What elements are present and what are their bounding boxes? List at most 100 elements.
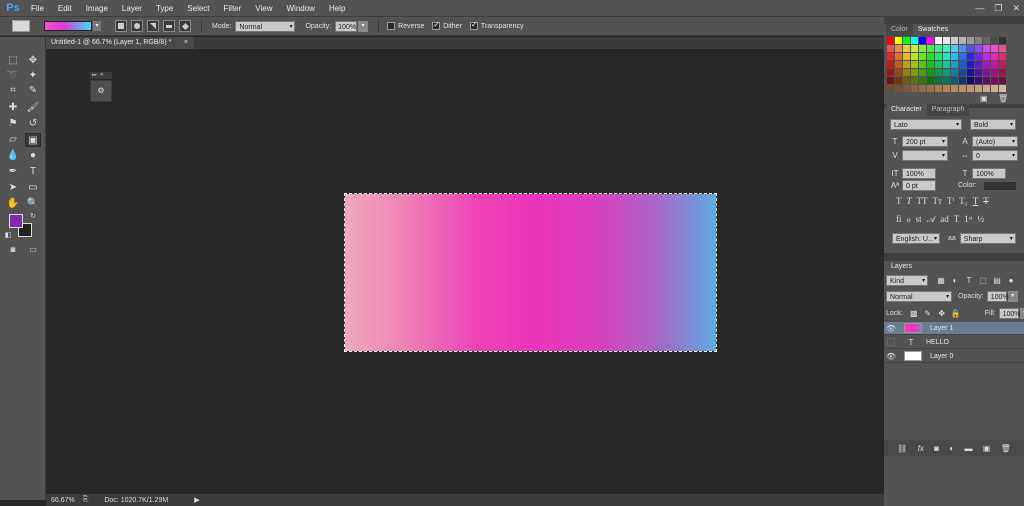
subscript-button[interactable]: T₁	[959, 196, 968, 207]
color-swatch[interactable]	[911, 53, 918, 60]
status-menu-arrow-icon[interactable]: ▶	[194, 496, 199, 504]
text-color-swatch[interactable]	[982, 180, 1017, 191]
shape-filter-icon[interactable]: ⬚	[976, 276, 990, 285]
reflected-gradient-button[interactable]	[163, 20, 175, 32]
foreground-color-swatch[interactable]	[9, 214, 23, 228]
color-swatch[interactable]	[903, 45, 910, 52]
color-swatch[interactable]	[999, 85, 1006, 92]
color-swatch[interactable]	[919, 77, 926, 84]
angle-gradient-button[interactable]	[147, 20, 159, 32]
eraser-tool-icon[interactable]: ▱	[5, 133, 21, 147]
color-swatch[interactable]	[903, 69, 910, 76]
color-swatch[interactable]	[887, 77, 894, 84]
menu-filter[interactable]: Filter	[217, 4, 249, 13]
font-family-select[interactable]: Lato ▾	[890, 119, 962, 130]
tool-preset-picker[interactable]	[12, 20, 30, 32]
ordinals-button[interactable]: 1ˢᵗ	[964, 214, 972, 225]
color-swatch[interactable]	[975, 69, 982, 76]
color-swatch[interactable]	[959, 77, 966, 84]
diamond-gradient-button[interactable]	[179, 20, 191, 32]
fx-icon[interactable]: fx	[918, 444, 924, 453]
blur-tool-icon[interactable]: 💧	[5, 149, 21, 163]
color-swatch[interactable]	[895, 53, 902, 60]
tab-character[interactable]: Character	[886, 104, 927, 116]
history-brush-icon[interactable]: ↺	[25, 117, 41, 131]
color-swatch[interactable]	[887, 61, 894, 68]
color-swatch[interactable]	[935, 85, 942, 92]
quick-mask-icon[interactable]: ◙	[5, 243, 21, 257]
color-swatch[interactable]	[943, 45, 950, 52]
color-swatch[interactable]	[991, 61, 998, 68]
gradient-picker-dropdown[interactable]: ▾	[93, 21, 101, 31]
color-swatch[interactable]	[983, 85, 990, 92]
color-swatch[interactable]	[927, 69, 934, 76]
color-swatch[interactable]	[887, 85, 894, 92]
new-swatch-icon[interactable]: ▣	[980, 94, 988, 103]
color-swatch[interactable]	[959, 53, 966, 60]
adjustment-icon[interactable]: ◐	[949, 444, 954, 453]
color-swatch[interactable]	[935, 61, 942, 68]
font-size-field[interactable]: 200 pt ▾	[902, 136, 948, 147]
leading-field[interactable]: (Auto) ▾	[972, 136, 1018, 147]
color-swatch[interactable]	[895, 61, 902, 68]
layer-filter-select[interactable]: Kind ▾	[886, 275, 928, 286]
color-swatch[interactable]	[927, 37, 934, 44]
menu-type[interactable]: Type	[149, 4, 180, 13]
color-swatch[interactable]	[991, 69, 998, 76]
menu-file[interactable]: File	[24, 4, 51, 13]
eyedropper-tool-icon[interactable]: ✎	[25, 84, 41, 98]
color-swatch[interactable]	[951, 77, 958, 84]
color-swatch[interactable]	[895, 37, 902, 44]
vertical-scale-field[interactable]: 100%	[902, 168, 936, 179]
color-swatch[interactable]	[903, 77, 910, 84]
gradient-tool-icon[interactable]: ▣	[25, 133, 41, 147]
color-swatch[interactable]	[975, 85, 982, 92]
type-filter-icon[interactable]: T	[962, 276, 976, 285]
horizontal-scale-field[interactable]: 100%	[972, 168, 1006, 179]
color-swatch[interactable]	[903, 85, 910, 92]
color-swatch[interactable]	[895, 69, 902, 76]
color-swatch[interactable]	[911, 69, 918, 76]
radial-gradient-button[interactable]	[131, 20, 143, 32]
adjustment-filter-icon[interactable]: ◐	[948, 276, 962, 285]
color-swatch[interactable]	[919, 37, 926, 44]
color-swatch[interactable]	[935, 77, 942, 84]
color-swatch[interactable]	[983, 53, 990, 60]
color-swatch[interactable]	[903, 37, 910, 44]
color-swatch[interactable]	[887, 37, 894, 44]
crop-tool-icon[interactable]: ⌗	[5, 84, 21, 98]
color-swatch[interactable]	[951, 69, 958, 76]
color-swatch[interactable]	[927, 77, 934, 84]
reverse-checkbox[interactable]	[387, 22, 396, 30]
color-swatch[interactable]	[975, 45, 982, 52]
color-swatch[interactable]	[975, 53, 982, 60]
color-swatch[interactable]	[959, 85, 966, 92]
menu-view[interactable]: View	[248, 4, 279, 13]
color-swatch[interactable]	[967, 37, 974, 44]
mini-panel-header[interactable]: ▸▸ ✕	[90, 72, 112, 79]
color-swatch[interactable]	[943, 53, 950, 60]
lock-image-icon[interactable]: ✎	[921, 309, 935, 318]
marquee-tool-icon[interactable]: ⬚	[5, 54, 21, 68]
color-swatch[interactable]	[927, 45, 934, 52]
color-swatch[interactable]	[927, 53, 934, 60]
color-swatch[interactable]	[935, 37, 942, 44]
mode-select[interactable]: Normal ▾	[235, 20, 296, 32]
color-swatch[interactable]	[951, 37, 958, 44]
tracking-field[interactable]: 0 ▾	[972, 150, 1018, 161]
color-swatch[interactable]	[927, 61, 934, 68]
dither-checkbox[interactable]	[432, 20, 441, 30]
contextual-alternates-button[interactable]: ℴ	[907, 214, 911, 225]
color-swatch[interactable]	[967, 85, 974, 92]
tab-paragraph[interactable]: Paragraph	[926, 104, 970, 116]
color-swatch[interactable]	[919, 69, 926, 76]
color-swatch[interactable]	[999, 37, 1006, 44]
eye-icon[interactable]: 👁	[884, 352, 898, 361]
color-swatch[interactable]	[983, 77, 990, 84]
trash-icon[interactable]: 🗑	[998, 94, 1008, 103]
transparency-checkbox[interactable]	[469, 20, 478, 30]
group-folder-icon[interactable]: ▬	[964, 444, 972, 453]
color-swatch[interactable]	[967, 69, 974, 76]
color-swatch[interactable]	[887, 53, 894, 60]
smart-object-filter-icon[interactable]: ▤	[990, 276, 1004, 285]
